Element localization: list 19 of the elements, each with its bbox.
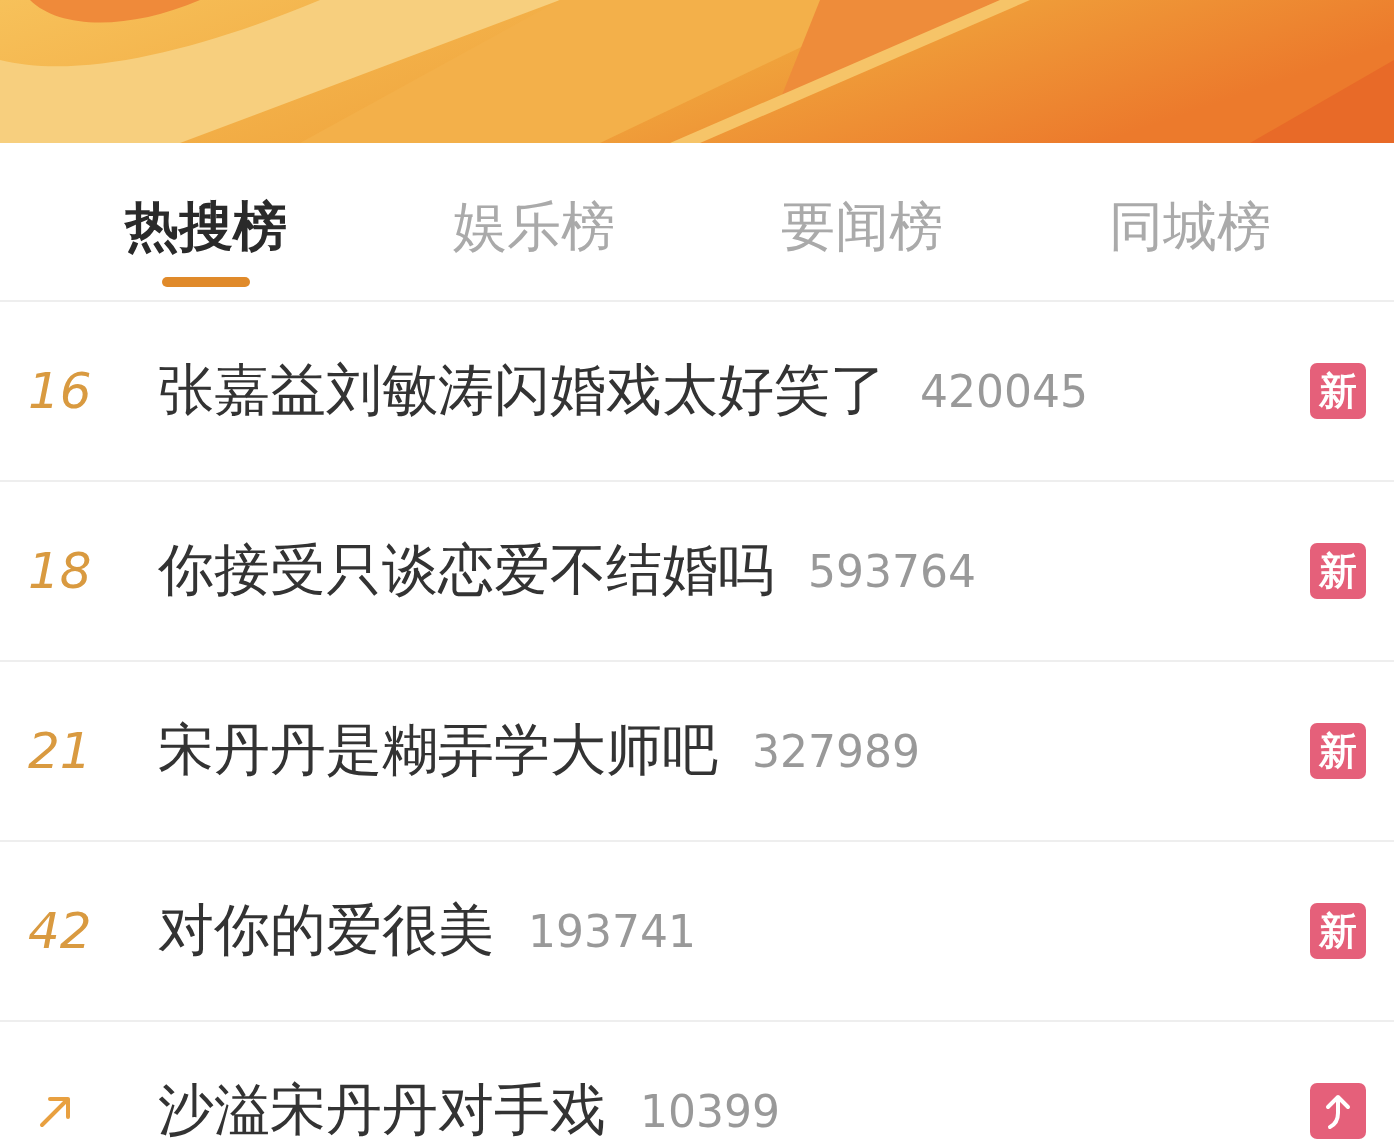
heat-count: 10399 (640, 1085, 780, 1137)
rank-number: 21 (28, 722, 92, 780)
heat-count: 593764 (808, 545, 976, 597)
topic-title[interactable]: 你接受只谈恋爱不结婚吗 (158, 533, 774, 609)
new-badge: 新 (1310, 363, 1366, 419)
rank-number: 42 (28, 902, 92, 960)
new-badge: 新 (1310, 903, 1366, 959)
new-badge: 新 (1310, 543, 1366, 599)
heat-count: 327989 (752, 725, 920, 777)
topic-title[interactable]: 沙溢宋丹丹对手戏 (158, 1073, 606, 1139)
tab[interactable]: 热搜榜 (125, 195, 287, 259)
topic-title[interactable]: 对你的爱很美 (158, 893, 494, 969)
topic-title[interactable]: 张嘉益刘敏涛闪婚戏太好笑了 (158, 353, 886, 429)
topic-title[interactable]: 宋丹丹是糊弄学大师吧 (158, 713, 718, 789)
rank-number: 16 (28, 362, 92, 420)
heat-count: 193741 (528, 905, 696, 957)
heat-count: 420045 (920, 365, 1088, 417)
new-badge: 新 (1310, 723, 1366, 779)
rank-number: 18 (28, 542, 92, 600)
